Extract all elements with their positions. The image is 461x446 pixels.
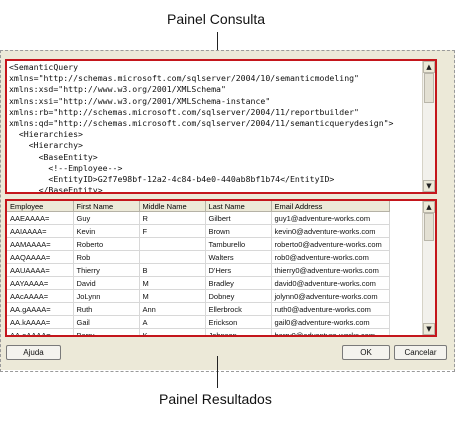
table-cell[interactable]: Gilbert [205,211,272,225]
table-cell[interactable]: Walters [205,250,272,264]
table-cell[interactable]: David [73,276,140,290]
table-cell[interactable]: M [139,276,206,290]
table-cell[interactable]: Tamburello [205,237,272,251]
table-cell[interactable]: Dobney [205,289,272,303]
help-button[interactable]: Ajuda [6,345,61,360]
table-row[interactable]: AAEAAAA= Guy R Gilbert guy1@adventure-works.… [7,211,390,225]
column-header[interactable]: Last Name [205,201,272,212]
query-line: xmlns:rb="http://schemas.microsoft.com/s… [9,106,359,117]
table-cell[interactable]: Ruth [73,302,140,316]
table-row[interactable]: AAcAAAA= JoLynn M Dobney jolynn0@adventure-w… [7,289,390,303]
table-cell[interactable]: AAQAAAA= [7,250,74,264]
query-line: xmlns:xsi="http://www.w3.org/2001/XMLSch… [9,95,271,106]
query-scrollbar-thumb[interactable] [424,73,434,103]
table-cell[interactable]: M [139,289,206,303]
table-cell[interactable]: kevin0@adventure-works.com [271,224,390,238]
table-cell[interactable]: B [139,263,206,277]
table-cell[interactable]: AAcAAAA= [7,289,74,303]
query-scrollbar[interactable]: ▲ ▼ [422,61,435,192]
table-cell[interactable]: Erickson [205,315,272,329]
table-cell[interactable]: roberto0@adventure-works.com [271,237,390,251]
results-pane-callout: Painel Resultados [159,391,272,407]
results-scrollbar-thumb[interactable] [424,213,434,241]
table-cell[interactable]: Johnson [205,328,272,335]
table-cell[interactable]: AAIAAAA= [7,224,74,238]
results-pane-leader-line [217,356,218,388]
results-pane[interactable]: Employee First Name Middle Name Last Name Em… [5,199,437,337]
column-header[interactable]: Employee [7,201,74,212]
table-cell[interactable]: K [139,328,206,335]
table-row[interactable]: AAYAAAA= David M Bradley david0@adventure-wo… [7,276,390,290]
table-cell[interactable]: thierry0@adventure-works.com [271,263,390,277]
column-header[interactable]: Email Address [271,201,390,212]
table-cell[interactable]: ruth0@adventure-works.com [271,302,390,316]
table-cell[interactable]: AA.oAAAA= [7,328,74,335]
table-cell[interactable]: R [139,211,206,225]
table-cell[interactable]: Bradley [205,276,272,290]
query-line: <EntityID>G2f7e98bf-12a2-4c84-b4e0-440ab… [9,174,335,185]
query-line: </BaseEntity> [9,185,103,194]
query-line: <!--Employee--> [9,162,123,173]
table-row[interactable]: AA.oAAAA= Barry K Johnson barry0@adventure-w… [7,328,390,335]
table-cell[interactable]: F [139,224,206,238]
query-xml-text[interactable]: <SemanticQuery xmlns="http://schemas.mic… [7,61,435,194]
table-cell[interactable] [139,250,206,264]
table-row[interactable]: AAUAAAA= Thierry B D'Hers thierry0@adventure… [7,263,390,277]
table-cell[interactable]: AAUAAAA= [7,263,74,277]
ok-button[interactable]: OK [342,345,390,360]
table-cell[interactable]: Ellerbrock [205,302,272,316]
table-cell[interactable]: jolynn0@adventure-works.com [271,289,390,303]
table-cell[interactable]: JoLynn [73,289,140,303]
table-cell[interactable]: AA.kAAAA= [7,315,74,329]
cancel-button[interactable]: Cancelar [394,345,447,360]
table-cell[interactable]: AAEAAAA= [7,211,74,225]
query-line: xmlns:xsd="http://www.w3.org/2001/XMLSch… [9,84,226,95]
query-pane[interactable]: <SemanticQuery xmlns="http://schemas.mic… [5,59,437,194]
column-header[interactable]: First Name [73,201,140,212]
table-cell[interactable]: AAMAAAA= [7,237,74,251]
query-line: xmlns="http://schemas.microsoft.com/sqls… [9,73,359,84]
table-cell[interactable]: Kevin [73,224,140,238]
column-header[interactable]: Middle Name [139,201,206,212]
table-cell[interactable]: AAYAAAA= [7,276,74,290]
scroll-down-arrow-icon[interactable]: ▼ [423,180,435,192]
table-cell[interactable]: guy1@adventure-works.com [271,211,390,225]
table-cell[interactable]: gail0@adventure-works.com [271,315,390,329]
grid-header-row: Employee First Name Middle Name Last Name Em… [7,201,390,212]
table-row[interactable]: AAMAAAA= Roberto Tamburello roberto0@advent… [7,237,390,251]
query-line: <SemanticQuery [9,62,79,72]
scroll-up-arrow-icon[interactable]: ▲ [423,61,435,73]
table-cell[interactable] [139,237,206,251]
table-cell[interactable]: Thierry [73,263,140,277]
table-row[interactable]: AA.gAAAA= Ruth Ann Ellerbrock ruth0@adventur… [7,302,390,316]
query-line: <BaseEntity> [9,151,98,162]
results-scrollbar[interactable]: ▲ ▼ [422,201,435,335]
table-row[interactable]: AA.kAAAA= Gail A Erickson gail0@adventure-wo… [7,315,390,329]
scroll-down-arrow-icon[interactable]: ▼ [423,323,435,335]
table-cell[interactable]: Brown [205,224,272,238]
query-line: <Hierarchies> [9,129,83,140]
grid-body: AAEAAAA= Guy R Gilbert guy1@adventure-works.… [7,211,390,335]
table-cell[interactable]: Guy [73,211,140,225]
table-row[interactable]: AAQAAAA= Rob Walters rob0@adventure-works.c… [7,250,390,264]
query-line: <Hierarchy> [9,140,83,151]
table-cell[interactable]: A [139,315,206,329]
table-cell[interactable]: Rob [73,250,140,264]
table-cell[interactable]: AA.gAAAA= [7,302,74,316]
table-row[interactable]: AAIAAAA= Kevin F Brown kevin0@adventure-work… [7,224,390,238]
table-cell[interactable]: Roberto [73,237,140,251]
table-cell[interactable]: Ann [139,302,206,316]
table-cell[interactable]: david0@adventure-works.com [271,276,390,290]
table-cell[interactable]: rob0@adventure-works.com [271,250,390,264]
table-cell[interactable]: barry0@adventure-works.com [271,328,390,335]
query-pane-callout: Painel Consulta [167,11,266,27]
query-line: xmlns:qd="http://schemas.microsoft.com/s… [9,118,394,129]
table-cell[interactable]: Barry [73,328,140,335]
table-cell[interactable]: D'Hers [205,263,272,277]
results-grid[interactable]: Employee First Name Middle Name Last Name Em… [7,201,390,335]
scroll-up-arrow-icon[interactable]: ▲ [423,201,435,213]
table-cell[interactable]: Gail [73,315,140,329]
